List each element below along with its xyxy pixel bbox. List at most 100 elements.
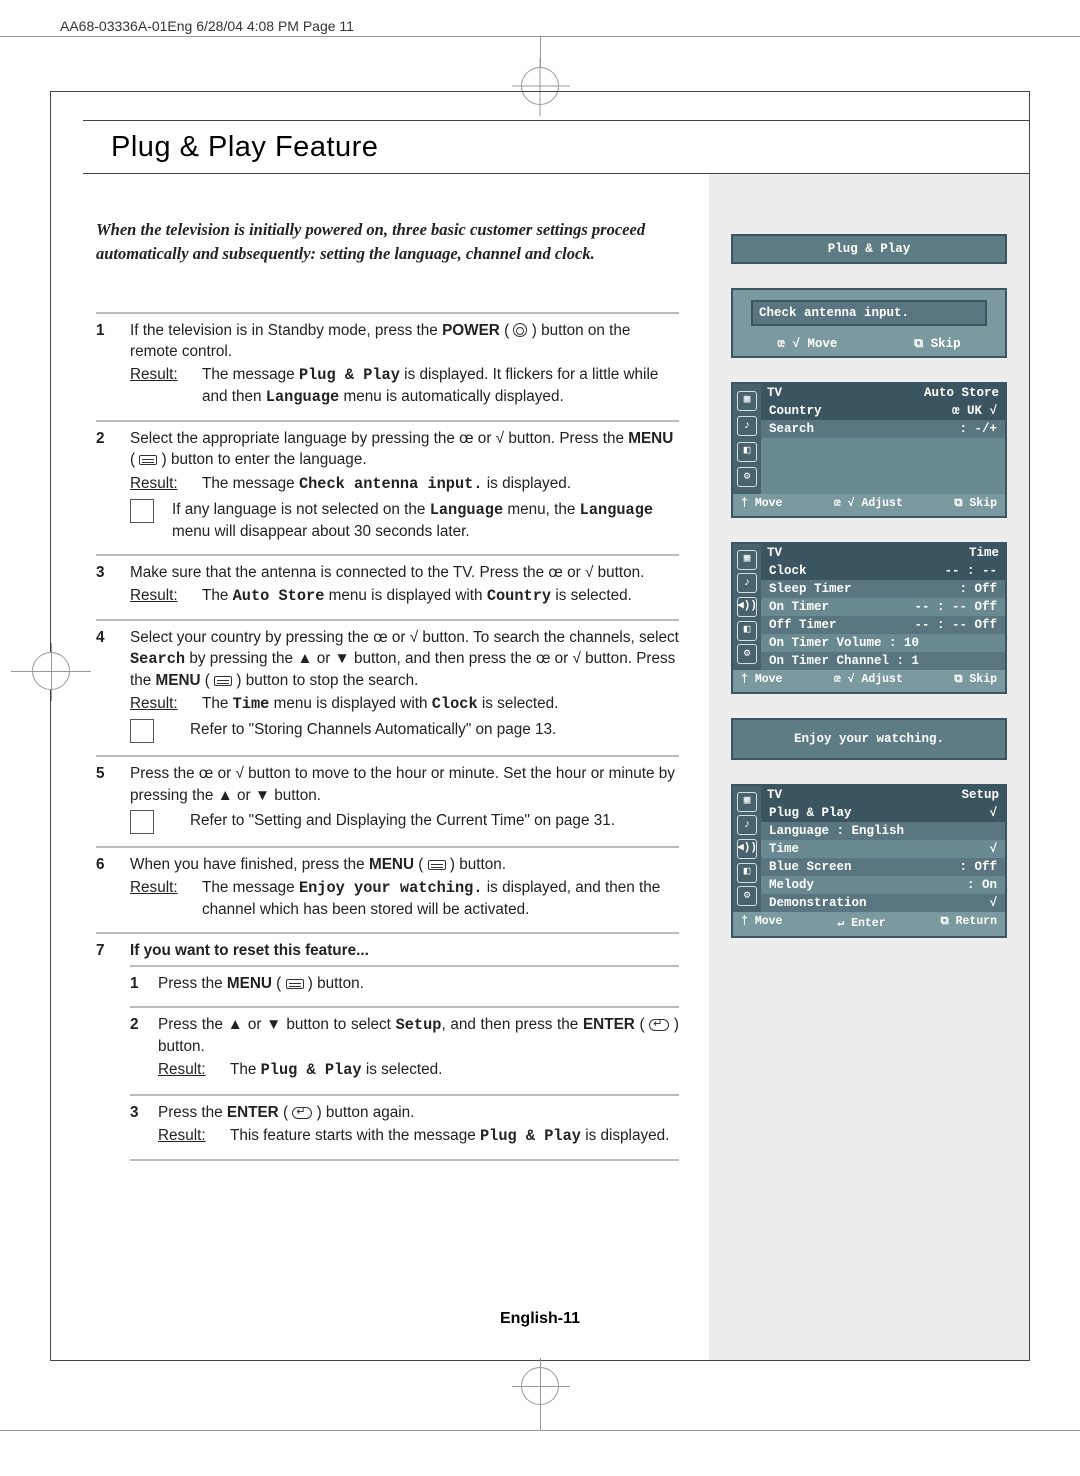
t: MENU xyxy=(227,975,272,992)
t: by pressing the ▲ or ▼ button, and then … xyxy=(185,650,536,667)
t: ( xyxy=(500,322,514,339)
picture-icon: ▦ xyxy=(737,391,757,411)
hint-move: Move xyxy=(755,673,783,686)
t: This feature starts with the message xyxy=(230,1127,480,1144)
t: Make sure that the antenna is connected … xyxy=(130,564,548,581)
setup-icon: ⚙ xyxy=(737,467,757,487)
hint-move: Move xyxy=(755,915,783,928)
t: Off Timer xyxy=(769,618,837,632)
t: , and then press the xyxy=(441,1016,583,1033)
t: menu will disappear about 30 seconds lat… xyxy=(172,523,470,540)
step-number: 1 xyxy=(96,320,130,408)
osd-sidebar: ▦ ♪ ◀)) ◧ ⚙ xyxy=(733,786,761,912)
t: menu is displayed with xyxy=(324,587,486,604)
picture-icon: ▦ xyxy=(737,792,757,812)
step-number: 4 xyxy=(96,627,130,743)
step-number: 3 xyxy=(96,562,130,607)
osd-check-antenna: Check antenna input. œ √ Move ⧉ Skip xyxy=(731,288,1007,358)
t: √ xyxy=(496,430,504,447)
osd-search-label: Search xyxy=(769,422,814,436)
step-6: 6 When you have finished, press the MENU… xyxy=(96,846,679,920)
step-7: 7 If you want to reset this feature... 1… xyxy=(96,932,679,1161)
channel-icon: ◧ xyxy=(737,442,757,462)
t: Melody xyxy=(769,878,814,892)
osd-time: ▦ ♪ ◀)) ◧ ⚙ TV Time Clock-- : -- Sleep T… xyxy=(731,542,1007,694)
step-number: 2 xyxy=(96,428,130,542)
t: Language xyxy=(580,501,653,519)
t: The xyxy=(202,587,233,604)
t: Time xyxy=(769,842,799,856)
speaker-icon: ◀)) xyxy=(737,597,757,617)
t: Plug & Play xyxy=(261,1061,362,1079)
hint-adjust: Adjust xyxy=(861,497,902,510)
osd-plugplay-title: Plug & Play xyxy=(731,234,1007,264)
result-label: Result: xyxy=(130,585,202,607)
substep-2: 2 Press the ▲ or ▼ button to select Setu… xyxy=(130,1006,679,1081)
osd-sidebar: ▦ ♪ ◧ ⚙ xyxy=(733,384,761,494)
t: ) button to stop the search. xyxy=(232,672,418,689)
step-5: 5 Press the œ or √ button to move to the… xyxy=(96,755,679,833)
sound-icon: ♪ xyxy=(737,815,757,835)
osd-title-text: Setup xyxy=(961,788,999,802)
note-icon xyxy=(130,810,154,834)
t: The message xyxy=(202,879,299,896)
t: : Off xyxy=(959,582,997,596)
t: POWER xyxy=(442,322,500,339)
t: œ xyxy=(459,430,473,447)
enter-icon xyxy=(649,1019,669,1031)
speaker-icon: ◀)) xyxy=(737,839,757,859)
t: is selected. xyxy=(478,695,559,712)
t: The message xyxy=(202,475,299,492)
hint-adjust: Adjust xyxy=(861,673,902,686)
t: Plug & Play xyxy=(769,806,852,820)
t: On Timer Channel : 1 xyxy=(769,654,919,668)
t: is selected. xyxy=(551,587,632,604)
menu-icon xyxy=(214,676,232,686)
menu-icon xyxy=(428,860,446,870)
page-footer: English-11 xyxy=(51,1310,1029,1328)
t: is selected. xyxy=(362,1061,443,1078)
hint-move: Move xyxy=(755,497,783,510)
t: : Off xyxy=(959,860,997,874)
osd-country-value: UK xyxy=(967,404,982,418)
osd-country-label: Country xyxy=(769,404,822,418)
result-label: Result: xyxy=(158,1059,230,1081)
osd-enjoy: Enjoy your watching. xyxy=(731,718,1007,760)
t: menu, the xyxy=(503,501,580,518)
step-2: 2 Select the appropriate language by pre… xyxy=(96,420,679,542)
t: Clock xyxy=(432,695,478,713)
result-label: Result: xyxy=(130,877,202,920)
t: or xyxy=(213,765,235,782)
t: ) button to enter the language. xyxy=(157,451,366,468)
substep-number: 1 xyxy=(130,973,158,994)
step-number: 7 xyxy=(96,940,130,1161)
t: ) button. xyxy=(446,856,506,873)
t: When you have finished, press the xyxy=(130,856,369,873)
t: Language : English xyxy=(769,824,904,838)
t: Press the xyxy=(158,975,227,992)
t: Enjoy your watching. xyxy=(299,879,483,897)
result-label: Result: xyxy=(130,364,202,408)
menu-glyph-icon: ⧉ xyxy=(914,337,923,351)
t: If any language is not selected on the xyxy=(172,501,430,518)
arrows-lr-icon: œ √ xyxy=(777,337,800,351)
t: Select your country by pressing the xyxy=(130,629,373,646)
t: MENU xyxy=(369,856,414,873)
t: or xyxy=(474,430,496,447)
t: Refer to "Setting and Displaying the Cur… xyxy=(190,810,679,834)
sound-icon: ♪ xyxy=(737,573,757,593)
t: Plug & Play xyxy=(299,366,400,384)
osd-tv-label: TV xyxy=(767,546,782,560)
t: Press the xyxy=(158,1104,227,1121)
right-column: Plug & Play Check antenna input. œ √ Mov… xyxy=(709,174,1029,1360)
t: √ xyxy=(573,650,581,667)
hint-return: Return xyxy=(956,915,997,928)
substep-number: 3 xyxy=(130,1102,158,1147)
t: MENU xyxy=(156,672,201,689)
t: ) button. xyxy=(304,975,364,992)
t: ENTER xyxy=(227,1104,279,1121)
hint-move: Move xyxy=(807,337,837,351)
substep-3: 3 Press the ENTER ( ) button again. Resu… xyxy=(130,1094,679,1147)
enter-icon xyxy=(292,1107,312,1119)
crop-mark-top xyxy=(0,36,1080,91)
